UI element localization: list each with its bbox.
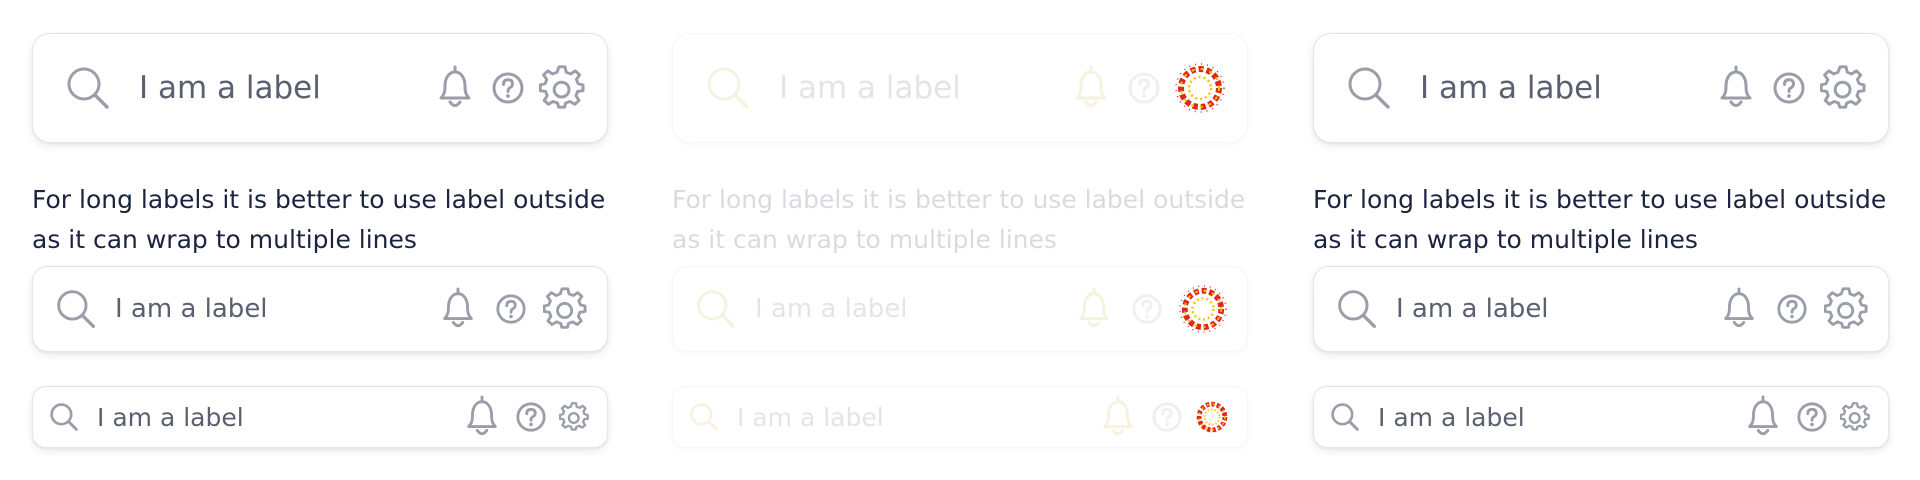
panel-default-left: I am a label For long labels it is bette… (12, 0, 632, 480)
gear-icon[interactable] (559, 402, 589, 432)
search-field-large-disabled: I am a label (672, 33, 1248, 143)
search-icon (1346, 65, 1392, 111)
bell-icon (1097, 394, 1139, 440)
field-label: I am a label (139, 70, 321, 106)
gear-icon[interactable] (1820, 65, 1866, 111)
field-label: I am a label (1396, 294, 1549, 324)
search-field-large[interactable]: I am a label (32, 33, 608, 143)
field-label: I am a label (779, 70, 961, 106)
panel-disabled-middle: I am a label For long labels it is bette… (652, 0, 1272, 480)
gear-icon[interactable] (1824, 287, 1868, 331)
field-label: I am a label (737, 402, 884, 432)
gear-icon[interactable] (539, 65, 585, 111)
bell-icon[interactable] (1742, 394, 1784, 440)
helper-note: For long labels it is better to use labe… (32, 185, 606, 254)
search-icon (55, 288, 97, 330)
search-icon (705, 65, 751, 111)
search-field-small[interactable]: I am a label (1313, 386, 1889, 448)
helper-note: For long labels it is better to use labe… (1313, 185, 1887, 254)
search-field-medium-disabled: I am a label (672, 266, 1248, 352)
bell-icon[interactable] (461, 394, 503, 440)
help-icon (1127, 71, 1161, 105)
gear-icon[interactable] (543, 287, 587, 331)
gear-icon-broken (1195, 400, 1229, 434)
gear-icon[interactable] (1840, 402, 1870, 432)
field-label: I am a label (97, 402, 244, 432)
help-icon[interactable] (1776, 293, 1808, 325)
panel-default-right: I am a label For long labels it is bette… (1293, 0, 1913, 480)
gear-icon-broken (1175, 63, 1225, 113)
help-icon (1131, 293, 1163, 325)
help-icon[interactable] (515, 401, 547, 433)
help-icon[interactable] (495, 293, 527, 325)
stage: I am a label For long labels it is bette… (0, 0, 1920, 480)
gear-icon-broken (1179, 285, 1227, 333)
search-icon (65, 65, 111, 111)
bell-icon[interactable] (433, 64, 477, 112)
bell-icon (1073, 286, 1115, 332)
search-field-medium[interactable]: I am a label (1313, 266, 1889, 352)
helper-note: For long labels it is better to use labe… (672, 185, 1246, 254)
field-label: I am a label (1378, 402, 1525, 432)
search-icon (689, 402, 719, 432)
field-label: I am a label (115, 294, 268, 324)
bell-icon[interactable] (1718, 286, 1760, 332)
search-field-small-disabled: I am a label (672, 386, 1248, 448)
help-icon[interactable] (1796, 401, 1828, 433)
field-label: I am a label (755, 294, 908, 324)
search-field-large[interactable]: I am a label (1313, 33, 1889, 143)
help-icon[interactable] (491, 71, 525, 105)
search-icon (1330, 402, 1360, 432)
help-icon[interactable] (1772, 71, 1806, 105)
bell-icon[interactable] (437, 286, 479, 332)
bell-icon (1069, 64, 1113, 112)
search-icon (1336, 288, 1378, 330)
field-label: I am a label (1420, 70, 1602, 106)
help-icon (1151, 401, 1183, 433)
bell-icon[interactable] (1714, 64, 1758, 112)
search-field-medium[interactable]: I am a label (32, 266, 608, 352)
search-icon (49, 402, 79, 432)
search-field-small[interactable]: I am a label (32, 386, 608, 448)
search-icon (695, 288, 737, 330)
